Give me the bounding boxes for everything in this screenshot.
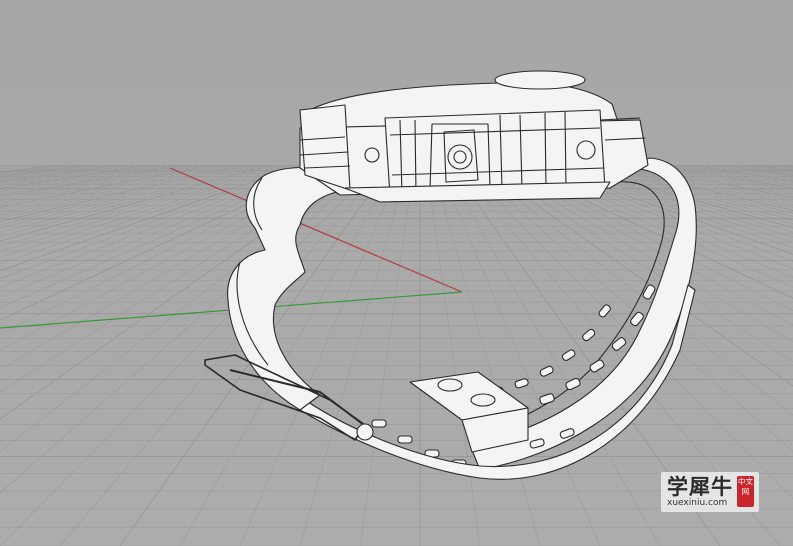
grid-line [0,164,133,185]
watch-side-screw [364,147,380,163]
grid-line [0,164,211,208]
watch-crown-top [494,70,586,90]
grid-line [431,164,541,546]
grid-line [0,164,91,177]
grid-line [0,164,139,187]
buckle-hinge [356,423,374,441]
grid-line [0,164,145,188]
watermark-url: xuexiniu.com [667,498,728,508]
grid-line [359,164,415,546]
grid-line [0,164,103,179]
watch-model-wireframe[interactable] [204,70,697,480]
grid-line [0,164,127,184]
grid-line [425,164,481,546]
watermark-seal: 中文网 [737,476,754,507]
grid-line [0,164,85,176]
grid-line [0,164,151,189]
viewport-scene[interactable] [0,0,793,546]
grid-line [0,164,199,204]
grid-line [0,164,217,211]
grid-line [0,164,259,233]
watch-pusher-button-inner [453,150,467,164]
perspective-viewport[interactable]: 学犀牛 xuexiniu.com 中文网 [0,0,793,546]
grid-line [0,164,205,206]
grid-line [0,164,157,191]
grid-line [0,164,235,219]
grid-line [0,164,61,173]
watch-side-screw-right [576,140,596,160]
grid-line [761,164,793,170]
grid-line [0,164,187,199]
grid-line [0,164,283,252]
grid-line [0,164,241,222]
grid-line [0,164,121,183]
grid-line [299,164,409,546]
grid-line [0,164,367,453]
watermark-brand: 学犀牛 [667,474,733,499]
keeper-hole-2 [470,393,496,407]
grid-line [0,164,253,229]
watermark-logo: 学犀牛 xuexiniu.com 中文网 [661,472,759,512]
keeper-hole-1 [437,378,463,392]
